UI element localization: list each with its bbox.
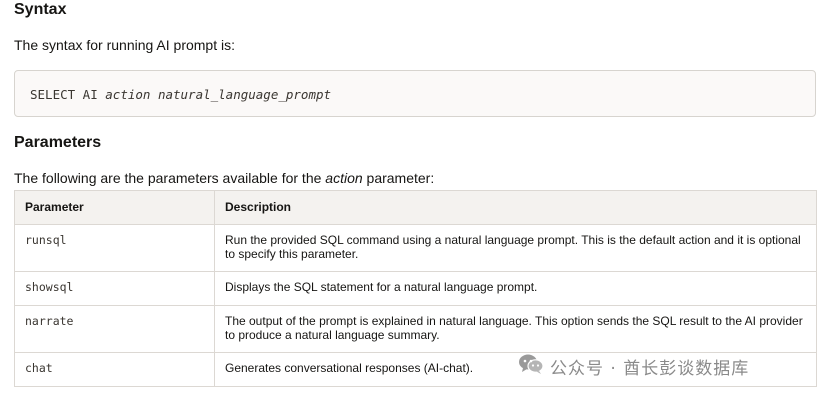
syntax-intro: The syntax for running AI prompt is:	[14, 37, 235, 53]
watermark: 公众号 · 酋长彭谈数据库	[518, 353, 750, 380]
table-row: runsql Run the provided SQL command usin…	[14, 224, 817, 272]
param-cell: showsql	[14, 271, 215, 306]
parameters-intro-prefix: The following are the parameters availab…	[14, 170, 326, 186]
header-parameter: Parameter	[14, 190, 215, 225]
parameters-intro-suffix: parameter:	[362, 170, 435, 186]
code-args: action natural_language_prompt	[105, 87, 332, 102]
code-block: SELECT AI action natural_language_prompt	[14, 70, 816, 117]
table-row: narrate The output of the prompt is expl…	[14, 305, 817, 353]
syntax-heading: Syntax	[14, 1, 67, 18]
param-cell: runsql	[14, 224, 215, 272]
desc-cell: Run the provided SQL command using a nat…	[214, 224, 817, 272]
desc-cell: Displays the SQL statement for a natural…	[214, 271, 817, 306]
parameters-heading: Parameters	[14, 134, 102, 151]
code-line: SELECT AI action natural_language_prompt	[30, 87, 331, 102]
table-header-row: Parameter Description	[14, 190, 817, 225]
desc-cell: The output of the prompt is explained in…	[214, 305, 817, 353]
table-row: showsql Displays the SQL statement for a…	[14, 271, 817, 306]
parameters-intro: The following are the parameters availab…	[14, 170, 434, 186]
param-cell: chat	[14, 352, 215, 387]
watermark-text: 公众号 · 酋长彭谈数据库	[550, 358, 750, 379]
header-description: Description	[214, 190, 817, 225]
parameters-intro-emph: action	[325, 170, 363, 186]
param-cell: narrate	[14, 305, 215, 353]
code-keyword: SELECT AI	[30, 87, 98, 102]
wechat-icon	[518, 353, 544, 380]
